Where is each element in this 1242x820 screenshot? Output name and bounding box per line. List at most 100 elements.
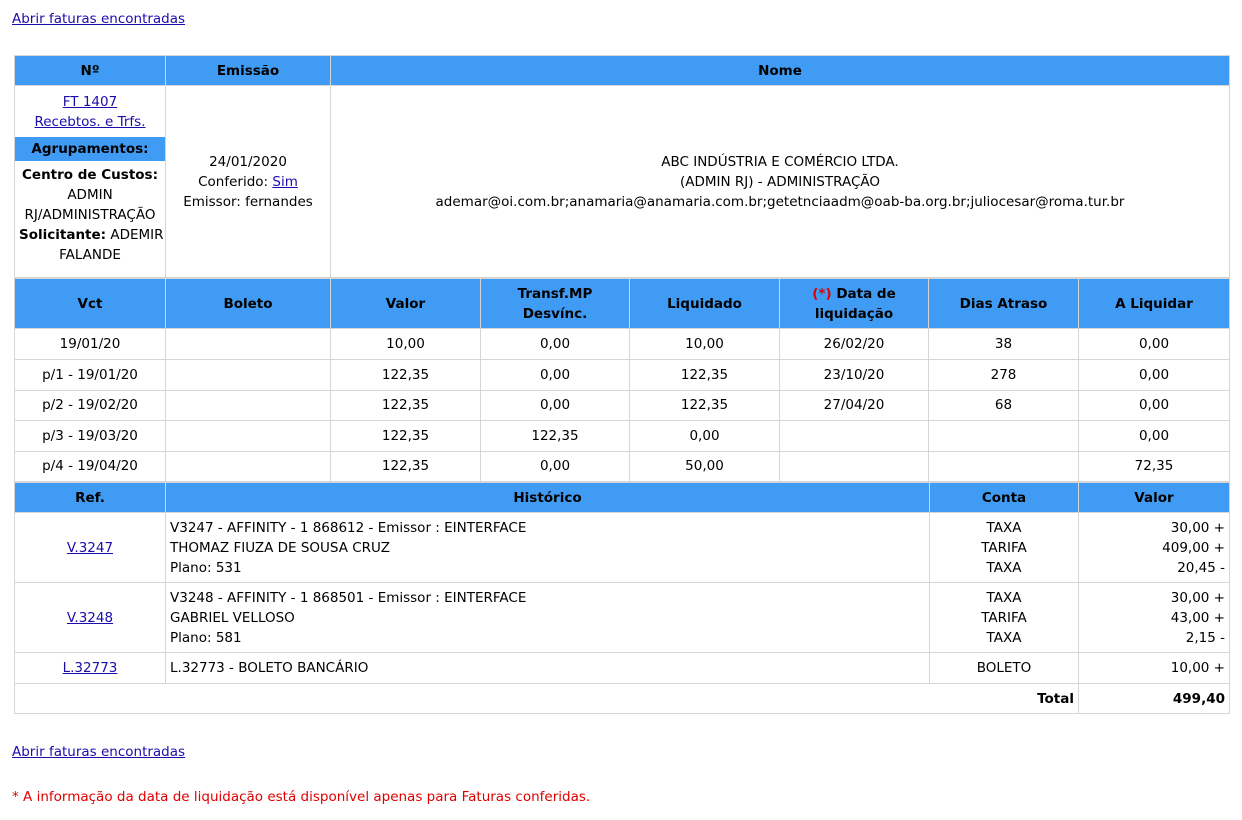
history-ref-cell: L.32773 [14, 652, 166, 684]
installment-boleto [165, 359, 331, 391]
history-text-line: THOMAZ FIUZA DE SOUSA CRUZ [170, 539, 390, 556]
col-header-a-liquidar: A Liquidar [1078, 278, 1230, 329]
installment-dias-atraso: 38 [928, 328, 1079, 360]
installment-transf: 0,00 [480, 450, 630, 482]
name-cell: ABC INDÚSTRIA E COMÉRCIO LTDA. (ADMIN RJ… [330, 85, 1230, 278]
installment-boleto [165, 328, 331, 360]
history-valor: 43,00 + [1170, 609, 1225, 626]
issuer-text: Emissor: fernandes [183, 193, 313, 210]
history-conta: TARIFA [981, 609, 1027, 626]
installment-liquidado: 50,00 [629, 450, 780, 482]
installment-row: 19/01/20 10,00 0,00 10,00 26/02/20 38 0,00 [14, 328, 1230, 360]
history-text-line-cell: V3248 - AFFINITY - 1 868501 - Emissor : … [165, 582, 930, 653]
installment-a-liquidar: 0,00 [1078, 420, 1230, 452]
installment-boleto [165, 389, 331, 421]
history-valor-cell: 30,00 + 409,00 + 20,45 - [1078, 512, 1230, 583]
installment-valor: 122,35 [330, 420, 481, 452]
installment-valor: 122,35 [330, 450, 481, 482]
history-valor-cell: 30,00 + 43,00 + 2,15 - [1078, 582, 1230, 653]
col-header-transf-line1: Transf.MP [517, 285, 593, 302]
installment-data-liquidacao [779, 420, 929, 452]
company-name: ABC INDÚSTRIA E COMÉRCIO LTDA. [661, 153, 899, 170]
history-text-line: GABRIEL VELLOSO [170, 609, 295, 626]
installment-data-liquidacao [779, 450, 929, 482]
emission-cell: 24/01/2020 Conferido: Sim Emissor: ferna… [165, 85, 331, 278]
cost-center-value-1: ADMIN [67, 187, 113, 203]
installment-dias-atraso: 278 [928, 359, 1079, 391]
installment-transf: 0,00 [480, 389, 630, 421]
col-header-emissao: Emissão [165, 55, 331, 86]
installment-valor: 10,00 [330, 328, 481, 360]
requester-value-2: FALANDE [59, 247, 121, 263]
history-text-line-cell: L.32773 - BOLETO BANCÁRIO [165, 652, 930, 684]
col-header-valor: Valor [330, 278, 481, 329]
installment-vct: p/4 - 19/04/20 [14, 450, 166, 482]
cost-center-label: Centro de Custos: [22, 167, 158, 183]
history-conta: TAXA [986, 559, 1022, 576]
history-valor: 10,00 + [1170, 660, 1225, 676]
history-conta-cell: TAXA TARIFA TAXA [929, 512, 1079, 583]
history-ref-link[interactable]: V.3247 [67, 540, 113, 556]
invoice-number-link[interactable]: FT 1407 [63, 94, 117, 110]
col-header-data-liquidacao: (*) Data de liquidação [779, 278, 929, 329]
installment-dias-atraso [928, 450, 1079, 482]
installment-transf: 0,00 [480, 328, 630, 360]
col-header-ref: Ref. [14, 482, 166, 513]
open-invoices-link-top[interactable]: Abrir faturas encontradas [12, 11, 185, 27]
installment-vct: 19/01/20 [14, 328, 166, 360]
installment-data-liquidacao: 23/10/20 [779, 359, 929, 391]
history-text-line: Plano: 581 [170, 629, 242, 646]
installment-vct: p/1 - 19/01/20 [14, 359, 166, 391]
installment-valor: 122,35 [330, 359, 481, 391]
history-conta: TAXA [986, 519, 1022, 536]
installments-table: Vct Boleto Valor Transf.MP Desvínc. Liqu… [14, 278, 1230, 482]
installment-data-liquidacao: 27/04/20 [779, 389, 929, 421]
footnote: * A informação da data de liquidação est… [12, 789, 591, 805]
col-header-historico: Histórico [165, 482, 930, 513]
col-header-data-line1: Data de [836, 285, 896, 302]
total-label: Total [14, 683, 1079, 714]
installment-row: p/1 - 19/01/20 122,35 0,00 122,35 23/10/20 27… [14, 359, 1230, 391]
installment-boleto [165, 450, 331, 482]
history-valor: 20,45 - [1177, 559, 1225, 576]
history-valor: 30,00 + [1170, 519, 1225, 536]
col-header-dias-atraso: Dias Atraso [928, 278, 1079, 329]
history-text-line: Plano: 531 [170, 559, 242, 576]
company-emails: ademar@oi.com.br;anamaria@anamaria.com.b… [435, 193, 1125, 210]
history-text-line: L.32773 - BOLETO BANCÁRIO [170, 660, 369, 676]
installment-liquidado: 122,35 [629, 359, 780, 391]
installment-dias-atraso [928, 420, 1079, 452]
installment-liquidado: 10,00 [629, 328, 780, 360]
col-header-transf-line2: Desvínc. [522, 305, 588, 322]
installment-row: p/2 - 19/02/20 122,35 0,00 122,35 27/04/20 68… [14, 389, 1230, 421]
emission-date: 24/01/2020 [209, 153, 287, 170]
installment-liquidado: 122,35 [629, 389, 780, 421]
history-ref-cell: V.3247 [14, 512, 166, 583]
history-ref-link[interactable]: L.32773 [63, 660, 118, 676]
history-ref-link[interactable]: V.3248 [67, 610, 113, 626]
history-table: Ref. Histórico Conta Valor V.3247 V3247 -… [14, 482, 1230, 714]
history-conta-cell: TAXA TARIFA TAXA [929, 582, 1079, 653]
installment-vct: p/3 - 19/03/20 [14, 420, 166, 452]
history-valor: 409,00 + [1162, 539, 1225, 556]
col-header-liquidado: Liquidado [629, 278, 780, 329]
open-invoices-link-bottom[interactable]: Abrir faturas encontradas [12, 744, 185, 760]
history-valor: 2,15 - [1185, 629, 1225, 646]
grouping-title: Agrupamentos: [15, 137, 165, 161]
checked-link[interactable]: Sim [272, 174, 297, 190]
total-value: 499,40 [1078, 683, 1230, 714]
col-header-data-line2: liquidação [814, 305, 894, 322]
cost-center-value-2: RJ/ADMINISTRAÇÃO [24, 207, 156, 223]
col-header-conta: Conta [929, 482, 1079, 513]
installment-transf: 122,35 [480, 420, 630, 452]
requester-label: Solicitante: [19, 227, 107, 243]
col-header-transf: Transf.MP Desvínc. [480, 278, 630, 329]
history-conta-cell: BOLETO [929, 652, 1079, 684]
receipts-transfers-link[interactable]: Recebtos. e Trfs. [34, 114, 145, 130]
col-header-nome: Nome [330, 55, 1230, 86]
history-conta: TAXA [986, 589, 1022, 606]
company-department: (ADMIN RJ) - ADMINISTRAÇÃO [679, 173, 881, 190]
installment-boleto [165, 420, 331, 452]
history-row: V.3248 V3248 - AFFINITY - 1 868501 - Emis… [14, 582, 1230, 653]
history-conta: TARIFA [981, 539, 1027, 556]
